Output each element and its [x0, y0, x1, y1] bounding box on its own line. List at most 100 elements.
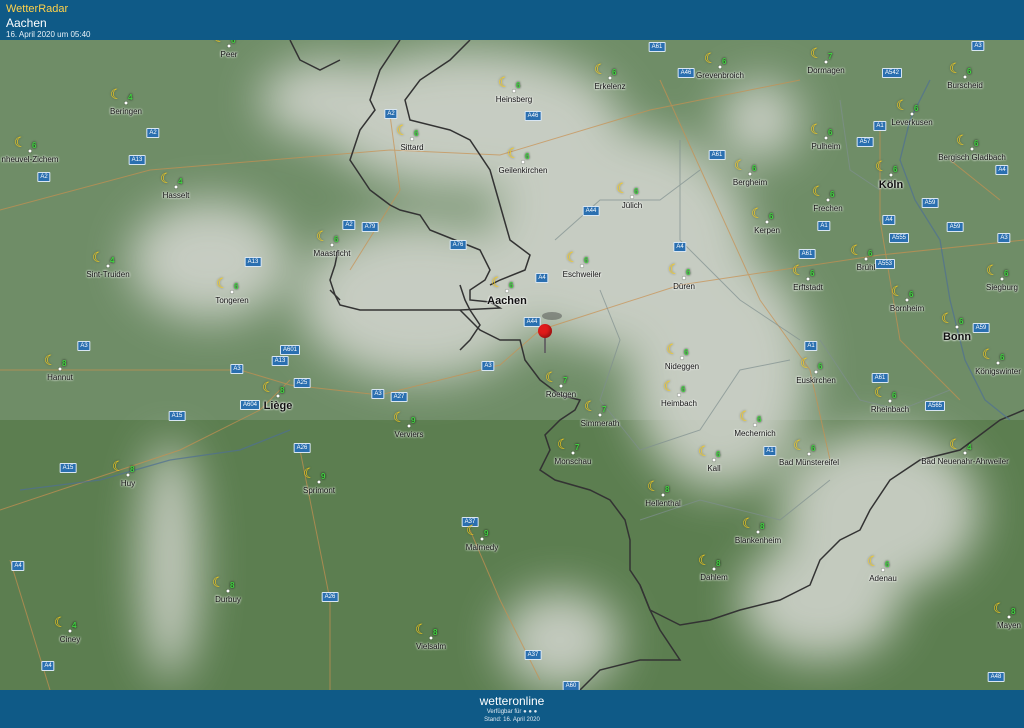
city-dot	[407, 424, 411, 428]
moon-icon: ☾	[110, 86, 123, 102]
radar-map[interactable]: A2 A13 A2 A2 A2 A79 A76 A13 A3 A601 A13 A3 A25 A604 A3…	[0, 40, 1024, 690]
city-label-erftstadt[interactable]: Erftstadt	[793, 283, 823, 292]
city-dot	[598, 413, 602, 417]
city-dot	[814, 370, 818, 374]
city-label-siegburg[interactable]: Siegburg	[986, 283, 1018, 292]
city-label-grevenbroich[interactable]: Grevenbroich	[696, 71, 744, 80]
city-label-burscheid[interactable]: Burscheid	[947, 81, 983, 90]
city-label-euskirchen[interactable]: Euskirchen	[796, 376, 836, 385]
road-label-a48: A48	[987, 672, 1005, 682]
city-label-eschweiler[interactable]: Eschweiler	[563, 270, 602, 279]
city-dot	[230, 290, 234, 294]
city-label-li-ge[interactable]: Liège	[264, 400, 293, 412]
city-label-pulheim[interactable]: Pulheim	[812, 142, 841, 151]
city-temperature: 6	[811, 444, 816, 453]
city-label-heimbach[interactable]: Heimbach	[661, 399, 697, 408]
city-dot	[756, 530, 760, 534]
city-dot	[718, 65, 722, 69]
city-temperature: 6	[234, 282, 239, 291]
city-label-mayen[interactable]: Mayen	[997, 621, 1021, 630]
city-label-j-lich[interactable]: Jülich	[622, 201, 642, 210]
city-dot	[881, 568, 885, 572]
city-label-bad-m-nstereifel[interactable]: Bad Münstereifel	[779, 458, 839, 467]
city-label-k-nigswinter[interactable]: Königswinter	[975, 367, 1021, 376]
city-label-ciney[interactable]: Ciney	[60, 635, 80, 644]
city-label-dahlem[interactable]: Dahlem	[700, 573, 728, 582]
city-label-k-ln[interactable]: Köln	[879, 179, 903, 191]
city-label-geilenkirchen[interactable]: Geilenkirchen	[499, 166, 548, 175]
road-label-a555: A555	[888, 233, 910, 243]
city-label-bornheim[interactable]: Bornheim	[890, 304, 924, 313]
city-label-frechen[interactable]: Frechen	[813, 204, 842, 213]
moon-icon: ☾	[739, 408, 752, 424]
city-dot	[1000, 277, 1004, 281]
city-label-hannut[interactable]: Hannut	[47, 373, 73, 382]
city-dot	[608, 76, 612, 80]
road-label-a4: A4	[41, 661, 55, 671]
city-label-bonn[interactable]: Bonn	[943, 331, 971, 343]
city-dot	[712, 458, 716, 462]
city-label-rheinbach[interactable]: Rheinbach	[871, 405, 909, 414]
city-dot	[682, 276, 686, 280]
city-label-nideggen[interactable]: Nideggen	[665, 362, 699, 371]
city-label-vielsalm[interactable]: Vielsalm	[416, 642, 446, 651]
wetteronline-logo[interactable]: wetteronline	[0, 694, 1024, 708]
city-label-heusden-zolder[interactable]: nheuvel-Zichem	[2, 155, 59, 164]
city-label-aachen[interactable]: Aachen	[487, 295, 527, 307]
road-label-a4: A4	[673, 242, 687, 252]
moon-icon: ☾	[850, 242, 863, 258]
updated-label: Stand: 16. April 2020	[484, 717, 540, 723]
city-temperature: 6	[516, 81, 521, 90]
city-temperature: 8	[760, 522, 765, 531]
city-label-sittard[interactable]: Sittard	[400, 143, 423, 152]
city-label-sint-truiden[interactable]: Sint-Truiden	[86, 270, 129, 279]
city-label-bergisch-gladbach[interactable]: Bergisch Gladbach	[938, 153, 1006, 162]
road-label-a3: A3	[971, 41, 985, 51]
road-label-a3: A3	[77, 341, 91, 351]
city-label-peer[interactable]: Peer	[221, 50, 238, 59]
city-label-bad-neuenahr-ahrweiler[interactable]: Bad Neuenahr-Ahrweiler	[921, 457, 1009, 466]
city-label-simmerath[interactable]: Simmerath	[581, 419, 620, 428]
city-label-kerpen[interactable]: Kerpen	[754, 226, 780, 235]
city-label-blankenheim[interactable]: Blankenheim	[735, 536, 781, 545]
city-label-bergheim[interactable]: Bergheim	[733, 178, 767, 187]
city-label-mechernich[interactable]: Mechernich	[734, 429, 775, 438]
road-label-a1: A1	[817, 221, 831, 231]
moon-icon: ☾	[647, 478, 660, 494]
city-label-kall[interactable]: Kall	[707, 464, 720, 473]
city-label-erkelenz[interactable]: Erkelenz	[594, 82, 625, 91]
city-label-verviers[interactable]: Verviers	[395, 430, 424, 439]
moon-icon: ☾	[92, 249, 105, 265]
road-label-a3: A3	[230, 364, 244, 374]
city-temperature: 6	[830, 190, 835, 199]
city-temperature: 7	[828, 52, 833, 61]
location-pin-icon[interactable]	[538, 324, 552, 338]
city-label-sprimont[interactable]: Sprimont	[303, 486, 335, 495]
city-dot	[68, 629, 72, 633]
city-label-monschau[interactable]: Monschau	[555, 457, 592, 466]
city-label-huy[interactable]: Huy	[121, 479, 135, 488]
city-label-dormagen[interactable]: Dormagen	[807, 66, 844, 75]
city-label-malmedy[interactable]: Malmedy	[466, 543, 498, 552]
road-label-a15: A15	[168, 411, 186, 421]
moon-icon: ☾	[507, 145, 520, 161]
city-label-beringen[interactable]: Beringen	[110, 107, 142, 116]
city-label-leverkusen[interactable]: Leverkusen	[891, 118, 932, 127]
city-label-roetgen[interactable]: Roetgen	[546, 390, 576, 399]
moon-icon: ☾	[393, 409, 406, 425]
city-label-maastricht[interactable]: Maastricht	[314, 249, 351, 258]
city-label-tongeren[interactable]: Tongeren	[215, 296, 248, 305]
city-label-durbuy[interactable]: Durbuy	[215, 595, 241, 604]
city-label-hasselt[interactable]: Hasselt	[163, 191, 190, 200]
road-label-a4: A4	[882, 215, 896, 225]
city-label-adenau[interactable]: Adenau	[869, 574, 897, 583]
moon-icon: ☾	[810, 121, 823, 137]
city-label-br-hl[interactable]: Brühl	[857, 263, 876, 272]
moon-icon: ☾	[982, 346, 995, 362]
city-label-d-ren[interactable]: Düren	[673, 282, 695, 291]
city-temperature: 6	[334, 235, 339, 244]
road-label-a26: A26	[321, 592, 339, 602]
city-label-heinsberg[interactable]: Heinsberg	[496, 95, 532, 104]
city-temperature: 6	[959, 317, 964, 326]
city-label-hellenthal[interactable]: Hellenthal	[645, 499, 681, 508]
